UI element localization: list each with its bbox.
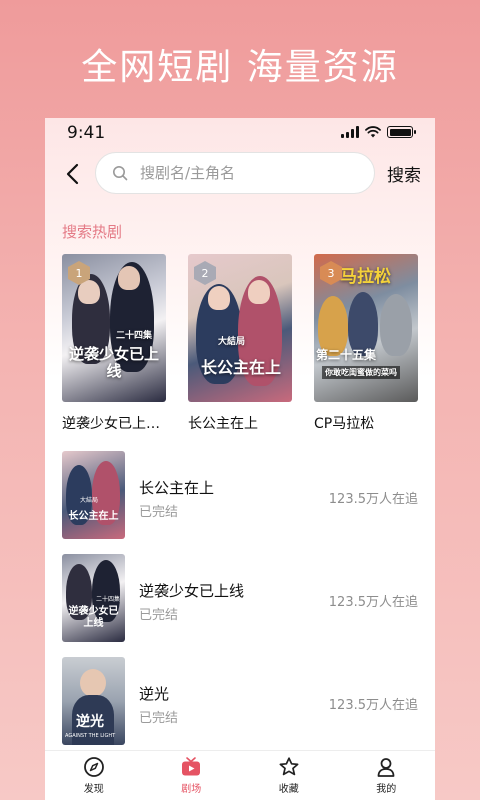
search-icon	[113, 166, 128, 181]
hot-drama-title: 逆袭少女已上…	[62, 416, 160, 432]
poster-badge: 马拉松	[340, 267, 391, 287]
list-item-title: 长公主在上	[139, 479, 215, 497]
hot-drama-list: 二十四集 逆袭少女已上线 1 逆袭少女已上… 大結局 长公主在上 2 长公主在上…	[62, 254, 418, 433]
list-item[interactable]: 大結局 长公主在上 长公主在上 已完结 123.5万人在追	[62, 451, 418, 554]
hot-drama-card[interactable]: 二十四集 逆袭少女已上线 1 逆袭少女已上…	[62, 254, 166, 433]
drama-poster[interactable]: 大結局 长公主在上 2	[188, 254, 292, 402]
rank-badge: 2	[194, 261, 216, 285]
list-item-title: 逆光	[139, 685, 170, 703]
rank-badge: 3	[320, 261, 342, 285]
poster-title: 长公主在上	[200, 358, 281, 377]
tab-profile[interactable]: 我的	[338, 751, 436, 800]
wifi-icon	[365, 126, 381, 138]
list-item-followers: 123.5万人在追	[328, 492, 418, 507]
poster-title: 逆袭少女已上线	[68, 345, 159, 380]
hot-drama-card[interactable]: 马拉松 第二十五集 你敢吃闺蜜做的菜吗 3 CP马拉松	[314, 254, 418, 433]
drama-thumbnail[interactable]: 逆光 AGAINST THE LIGHT	[62, 657, 125, 745]
search-input[interactable]	[140, 164, 340, 182]
thumb-badge: 大結局	[80, 497, 99, 504]
promo-headline: 全网短剧 海量资源	[81, 47, 399, 88]
search-bar: 搜索	[45, 152, 435, 196]
thumb-badge: AGAINST THE LIGHT	[65, 733, 116, 739]
list-item-status: 已完结	[139, 505, 179, 520]
tab-favorites[interactable]: 收藏	[240, 751, 338, 800]
status-icons	[341, 126, 416, 138]
tab-discover[interactable]: 发现	[45, 751, 143, 800]
tab-label: 发现	[83, 784, 104, 795]
back-arrow-icon[interactable]	[61, 160, 85, 188]
list-item-title: 逆袭少女已上线	[139, 582, 245, 600]
search-button[interactable]: 搜索	[387, 161, 421, 186]
drama-poster[interactable]: 马拉松 第二十五集 你敢吃闺蜜做的菜吗 3	[314, 254, 418, 402]
list-item[interactable]: 逆光 AGAINST THE LIGHT 逆光 已完结 123.5万人在追	[62, 657, 418, 760]
list-item[interactable]: 二十四集 逆袭少女已上线 逆袭少女已上线 已完结 123.5万人在追	[62, 554, 418, 657]
hot-drama-card[interactable]: 大結局 长公主在上 2 长公主在上	[188, 254, 292, 433]
phone-screen: 9:41 搜索 搜索热剧	[45, 118, 435, 800]
thumb-title: 逆光	[76, 714, 104, 730]
cellular-signal-icon	[341, 126, 359, 138]
user-icon	[377, 758, 395, 777]
hot-section-title: 搜索热剧	[62, 223, 123, 241]
thumb-title: 逆袭少女已上线	[68, 606, 119, 629]
search-field[interactable]	[95, 152, 375, 194]
poster-title: 第二十五集	[316, 348, 377, 362]
poster-badge: 二十四集	[116, 331, 153, 341]
drama-poster[interactable]: 二十四集 逆袭少女已上线 1	[62, 254, 166, 402]
hot-drama-title: CP马拉松	[314, 416, 375, 432]
star-icon	[279, 757, 299, 776]
drama-thumbnail[interactable]: 二十四集 逆袭少女已上线	[62, 554, 125, 642]
thumb-badge: 二十四集	[96, 596, 121, 603]
hot-drama-title: 长公主在上	[188, 416, 258, 432]
drama-list: 大結局 长公主在上 长公主在上 已完结 123.5万人在追 二十四集 逆袭少女已…	[62, 451, 418, 760]
tab-label: 我的	[376, 784, 397, 795]
tv-play-icon	[182, 757, 201, 776]
status-bar: 9:41	[45, 118, 435, 150]
thumb-title: 长公主在上	[68, 511, 119, 522]
tab-label: 收藏	[278, 784, 299, 795]
drama-thumbnail[interactable]: 大結局 长公主在上	[62, 451, 125, 539]
poster-badge: 大結局	[218, 337, 246, 347]
list-item-status: 已完结	[139, 608, 179, 623]
tab-label: 剧场	[181, 784, 202, 795]
status-time: 9:41	[67, 123, 106, 143]
compass-icon	[83, 757, 104, 777]
poster-subtitle: 你敢吃闺蜜做的菜吗	[322, 366, 400, 379]
bottom-tab-bar: 发现 剧场 收藏 我的	[45, 750, 435, 800]
list-item-status: 已完结	[139, 711, 179, 726]
battery-icon	[387, 126, 416, 138]
list-item-followers: 123.5万人在追	[328, 698, 418, 713]
tab-theater[interactable]: 剧场	[143, 751, 241, 800]
list-item-followers: 123.5万人在追	[328, 595, 418, 610]
